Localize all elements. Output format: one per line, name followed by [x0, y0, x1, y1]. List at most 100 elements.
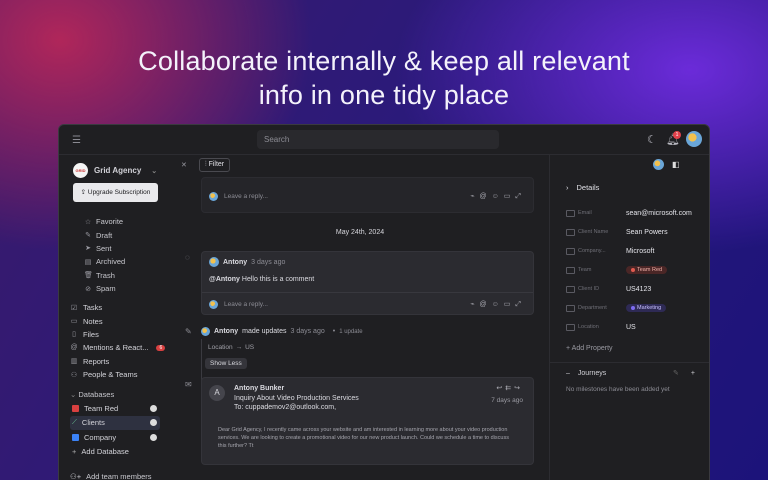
sidebar-item-people[interactable]: ⚇ People & Teams [70, 368, 165, 381]
journeys-empty-text: No milestones have been added yet [566, 386, 670, 393]
spam-icon: ⊘ [85, 285, 91, 293]
sidebar-item-spam[interactable]: ⊘ Spam [84, 282, 125, 295]
show-less-button[interactable]: Show Less [205, 358, 247, 369]
property-location[interactable]: Location US [566, 320, 706, 334]
send-icon: ➤ [85, 245, 91, 253]
property-label: Department [578, 305, 607, 311]
mail-nav: ☆ Favorite ✎ Draft ➤ Sent ▤ Archived 🗑︎ Trash… [84, 215, 125, 295]
sidebar-item-draft[interactable]: ✎ Draft [84, 228, 125, 241]
avatar [209, 300, 218, 309]
upgrade-subscription-button[interactable]: ⇪ Upgrade Subscription [73, 183, 158, 202]
database-item-company[interactable]: Company [70, 430, 160, 445]
database-item-clients[interactable]: ⟋ Clients [70, 415, 160, 430]
reply-toolbar-icons[interactable]: ⌁@☺▭⤢ [470, 192, 526, 201]
avatar[interactable] [653, 159, 664, 170]
workspace-switcher[interactable]: GRID Grid Agency ⌄ [73, 163, 157, 178]
property-label: Location [578, 324, 599, 330]
filter-button[interactable]: ⫶ Filter [198, 158, 231, 172]
comment-body: Hello this is a comment [239, 276, 315, 283]
reply-icon[interactable]: ↩ [496, 385, 505, 392]
property-icon [566, 209, 575, 217]
sidebar-item-files[interactable]: ▯ Files [70, 328, 165, 341]
details-header[interactable]: › Details [566, 183, 599, 192]
forward-icon[interactable]: ↪ [514, 385, 523, 392]
comment-reply-box[interactable]: Leave a reply... ⌁@☺▭⤢ [209, 300, 526, 309]
nav-label: Archived [96, 257, 126, 267]
panel-toggle-icon[interactable]: ◧ [672, 160, 680, 169]
reply-placeholder: Leave a reply... [224, 193, 268, 200]
journeys-header[interactable]: – Journeys ✎ + [566, 369, 695, 378]
reply-all-icon[interactable]: ⇇ [505, 385, 514, 392]
property-value: sean@microsoft.com [626, 209, 692, 217]
headline: Collaborate internally & keep all releva… [0, 44, 768, 112]
upgrade-icon: ⇪ [80, 189, 88, 196]
comment-icon: ◌ [185, 253, 190, 262]
property-client-id[interactable]: Client ID US4123 [566, 282, 706, 296]
avatar [209, 192, 218, 201]
database-item-team-red[interactable]: Team Red [70, 401, 160, 416]
sidebar: GRID Grid Agency ⌄ ⇪ Upgrade Subscriptio… [59, 155, 171, 480]
comment-text: @Antony Hello this is a comment [209, 276, 314, 283]
property-label: Email [578, 210, 592, 216]
chevron-right-icon: › [566, 183, 569, 192]
department-tag: Marketing [626, 304, 667, 312]
sidebar-item-tasks[interactable]: ☑ Tasks [70, 301, 165, 314]
property-team[interactable]: Team Team Red [566, 263, 706, 277]
databases-heading-label: Databases [78, 390, 115, 399]
main-nav: ☑ Tasks ▭ Notes ▯ Files @ Mentions & React..… [70, 301, 166, 381]
archive-icon: ▤ [84, 258, 92, 266]
property-email[interactable]: Email sean@microsoft.com [566, 206, 706, 220]
moon-icon[interactable]: ☾ [647, 133, 657, 146]
trash-icon: 🗑︎ [84, 272, 93, 280]
sidebar-item-reports[interactable]: ▥ Reports [70, 355, 165, 368]
property-label: Client ID [578, 286, 600, 292]
email-time: 7 days ago [491, 397, 523, 404]
comment-mention[interactable]: @Antony [209, 276, 240, 283]
sidebar-item-sent[interactable]: ➤ Sent [84, 242, 125, 255]
nav-label: Reports [83, 356, 110, 366]
sidebar-item-archived[interactable]: ▤ Archived [84, 255, 126, 268]
comment-time: 3 days ago [251, 258, 286, 266]
app-window: ☰ Search ☾ 🔔︎ 1 GRID Grid Agency ⌄ ⇪ Upg… [58, 124, 710, 480]
edit-icon: ✎ [185, 327, 192, 336]
email-actions[interactable]: ↩⇇↪ [496, 384, 523, 392]
update-time: 3 days ago [290, 328, 325, 335]
search-input[interactable]: Search [257, 130, 499, 149]
database-label: Team Red [84, 403, 119, 413]
sidebar-item-notes[interactable]: ▭ Notes [70, 314, 165, 327]
plus-icon[interactable]: + [691, 370, 695, 377]
workspace-name: Grid Agency [94, 166, 142, 175]
reply-box[interactable]: Leave a reply... ⌁@☺▭⤢ [201, 177, 534, 213]
notification-badge: 1 [673, 131, 681, 139]
upgrade-label: Upgrade Subscription [87, 189, 151, 196]
close-icon[interactable]: ✕ [181, 161, 187, 169]
avatar [201, 327, 210, 336]
edit-icon[interactable]: ✎ [673, 369, 679, 377]
databases-heading[interactable]: ⌄ Databases [70, 390, 114, 399]
arrow-icon: → [235, 344, 243, 351]
property-department[interactable]: Department Marketing [566, 301, 706, 315]
add-property-button[interactable]: + Add Property [566, 345, 613, 352]
reply-toolbar-icons[interactable]: ⌁@☺▭⤢ [470, 300, 526, 309]
tag-label: Marketing [637, 305, 662, 311]
workspace-logo: GRID [73, 163, 88, 178]
menu-icon[interactable]: ☰ [72, 135, 81, 146]
add-team-members-button[interactable]: ⚇+ Add team members [70, 472, 152, 480]
property-company[interactable]: Company... Microsoft [566, 244, 706, 258]
top-bar: ☰ Search ☾ 🔔︎ 1 [59, 125, 709, 155]
chevron-down-icon: ⌄ [151, 167, 158, 175]
property-value: US [626, 323, 636, 331]
sidebar-item-favorite[interactable]: ☆ Favorite [84, 215, 125, 228]
sidebar-item-trash[interactable]: 🗑︎ Trash [84, 269, 125, 282]
property-client-name[interactable]: Client Name Sean Powers [566, 225, 706, 239]
team-tag: Team Red [626, 266, 668, 274]
plus-icon: + [72, 447, 77, 457]
sidebar-item-mentions[interactable]: @ Mentions & React... 6 [70, 341, 166, 354]
tag-label: Team Red [637, 267, 663, 273]
email-card[interactable]: A Antony Bunker Inquiry About Video Prod… [201, 377, 534, 465]
sender-avatar: A [209, 385, 225, 401]
add-database-button[interactable]: + Add Database [70, 445, 160, 460]
nav-label: Favorite [96, 217, 124, 227]
files-icon: ▯ [72, 331, 76, 339]
user-avatar[interactable] [686, 131, 702, 147]
